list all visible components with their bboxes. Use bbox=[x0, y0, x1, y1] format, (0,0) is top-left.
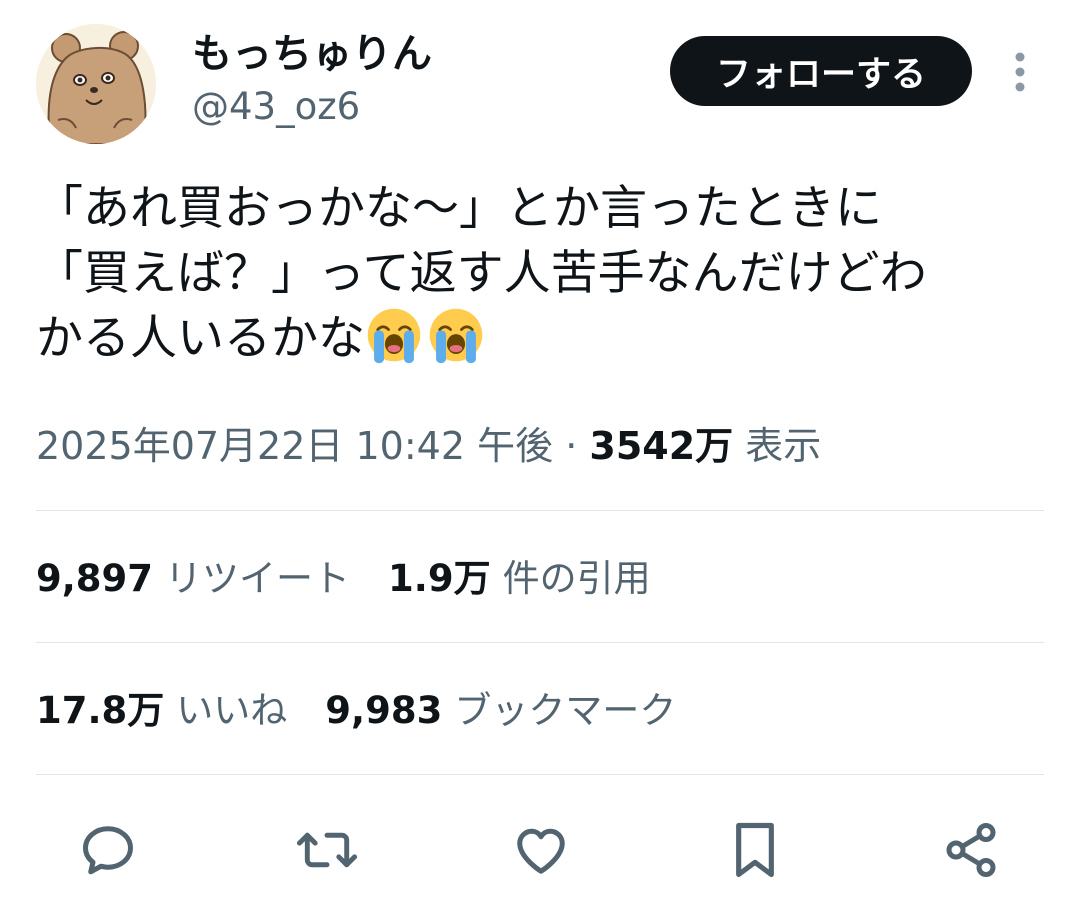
more-vertical-icon bbox=[1015, 52, 1025, 92]
stats-row-likes: 17.8万 いいね 9,983 ブックマーク bbox=[36, 686, 714, 736]
more-options-button[interactable] bbox=[1000, 46, 1040, 98]
tweet-text: 「あれ買おっかな〜」とか言ったときに 「買えば？」って返す人苦手なんだけどわ か… bbox=[36, 176, 1046, 371]
tweet-text-line-3: かる人いるかな bbox=[36, 311, 365, 366]
quotes-count: 1.9万 bbox=[388, 557, 491, 600]
meta-separator: · bbox=[565, 424, 578, 468]
likes-count: 17.8万 bbox=[36, 689, 165, 732]
divider bbox=[36, 510, 1044, 511]
loudly-crying-face-emoji bbox=[367, 308, 421, 364]
divider bbox=[36, 774, 1044, 775]
retweets-stat[interactable]: 9,897 リツイート bbox=[36, 557, 388, 600]
views-label: 表示 bbox=[745, 424, 822, 468]
tweet-meta: 2025年07月22日 10:42 午後 · 3542万 表示 bbox=[36, 421, 821, 471]
bookmarks-stat[interactable]: 9,983 ブックマーク bbox=[325, 689, 714, 732]
retweets-count: 9,897 bbox=[36, 557, 154, 600]
action-bar bbox=[0, 812, 1080, 892]
avatar-illustration bbox=[36, 24, 156, 144]
bookmarks-count: 9,983 bbox=[325, 689, 443, 732]
retweet-icon bbox=[296, 832, 358, 868]
bookmarks-label: ブックマーク bbox=[454, 689, 677, 732]
loudly-crying-face-emoji bbox=[429, 308, 483, 364]
share-button[interactable] bbox=[936, 812, 1006, 888]
tweet-detail: もっちゅりん @43_oz6 フォローする 「あれ買おっかな〜」とか言ったときに… bbox=[0, 0, 1080, 915]
timestamp[interactable]: 2025年07月22日 10:42 午後 bbox=[36, 424, 553, 468]
divider bbox=[36, 642, 1044, 643]
display-name[interactable]: もっちゅりん bbox=[192, 30, 432, 78]
reply-icon bbox=[83, 826, 133, 875]
reply-button[interactable] bbox=[73, 812, 143, 888]
follow-button[interactable]: フォローする bbox=[670, 36, 972, 106]
like-button[interactable] bbox=[506, 812, 576, 888]
retweets-label: リツイート bbox=[165, 557, 351, 600]
stats-row-retweets: 9,897 リツイート 1.9万 件の引用 bbox=[36, 554, 689, 604]
share-icon bbox=[946, 823, 996, 878]
like-icon bbox=[517, 828, 565, 874]
retweet-button[interactable] bbox=[292, 812, 362, 888]
avatar[interactable] bbox=[36, 24, 156, 144]
tweet-text-line-1: 「あれ買おっかな〜」とか言ったときに bbox=[36, 181, 882, 236]
user-handle[interactable]: @43_oz6 bbox=[192, 84, 360, 130]
likes-label: いいね bbox=[176, 689, 288, 732]
views-count: 3542万 bbox=[589, 424, 734, 468]
bookmark-button[interactable] bbox=[720, 812, 790, 888]
bookmark-icon bbox=[736, 822, 774, 878]
quotes-label: 件の引用 bbox=[502, 557, 651, 600]
tweet-text-line-2: 「買えば？」って返す人苦手なんだけどわ bbox=[36, 246, 927, 301]
likes-stat[interactable]: 17.8万 いいね bbox=[36, 689, 325, 732]
quotes-stat[interactable]: 1.9万 件の引用 bbox=[388, 557, 689, 600]
